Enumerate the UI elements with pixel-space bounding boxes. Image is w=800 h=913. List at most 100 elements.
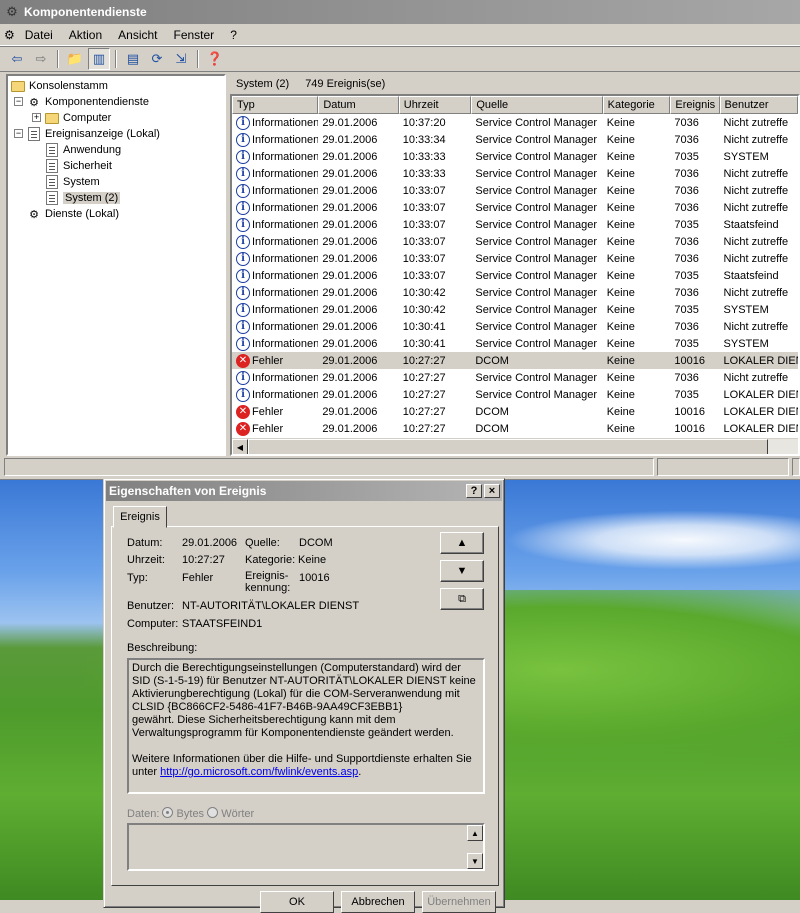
tree-node-services[interactable]: ⚙ Dienste (Lokal): [26, 206, 119, 222]
table-row[interactable]: i Informationen 29.01.2006 10:33:07 Service …: [232, 199, 798, 216]
menu-help[interactable]: ?: [222, 26, 245, 44]
cell-uhrzeit: 10:33:33: [402, 167, 446, 180]
scroll-down-icon[interactable]: ▼: [467, 853, 483, 869]
cell-typ: i Informationen: [232, 149, 318, 164]
cell-typ: i Informationen: [232, 319, 318, 334]
table-row[interactable]: ✕ Fehler 29.01.2006 10:27:27 DCOM Keine 10016 L…: [232, 403, 798, 420]
status-panel: [4, 458, 654, 476]
cell-benutzer: Staatsfeind: [723, 218, 779, 231]
help-button[interactable]: ?: [466, 484, 482, 498]
dialog-titlebar[interactable]: Eigenschaften von Ereignis ? ×: [106, 481, 502, 501]
export-list-icon[interactable]: ⇲: [170, 48, 192, 70]
event-list-pane: System (2) 749 Ereignis(se) Typ Datum Uh…: [230, 74, 800, 456]
cell-typ: ✕ Fehler: [232, 353, 318, 368]
collapse-icon[interactable]: −: [14, 129, 23, 138]
show-tree-icon[interactable]: ▥: [88, 48, 110, 70]
table-row[interactable]: i Informationen 29.01.2006 10:30:42 Service …: [232, 301, 798, 318]
apply-button[interactable]: Übernehmen: [422, 891, 496, 913]
back-arrow-icon[interactable]: ⇦: [6, 48, 28, 70]
menu-ansicht[interactable]: Ansicht: [110, 26, 165, 44]
tab-ereignis[interactable]: Ereignis: [113, 506, 167, 528]
scroll-left-icon[interactable]: ◀: [232, 439, 248, 454]
cell-datum: 29.01.2006: [322, 269, 378, 282]
table-row[interactable]: i Informationen 29.01.2006 10:33:07 Service …: [232, 216, 798, 233]
event-rows: i Informationen 29.01.2006 10:37:20 Service …: [232, 114, 798, 437]
cancel-button[interactable]: Abbrechen: [341, 891, 415, 913]
refresh-icon[interactable]: ⟳: [146, 48, 168, 70]
cell-quelle: Service Control Manager: [475, 235, 598, 248]
table-row[interactable]: i Informationen 29.01.2006 10:33:07 Service …: [232, 233, 798, 250]
table-row[interactable]: i Informationen 29.01.2006 10:30:41 Service …: [232, 335, 798, 352]
scroll-up-icon[interactable]: ▲: [467, 825, 483, 841]
expand-icon[interactable]: +: [32, 113, 41, 122]
table-row[interactable]: i Informationen 29.01.2006 10:33:33 Service …: [232, 148, 798, 165]
menu-fenster[interactable]: Fenster: [166, 26, 223, 44]
table-row[interactable]: i Informationen 29.01.2006 10:27:27 Service …: [232, 386, 798, 403]
time-label: Uhrzeit:: [127, 554, 165, 566]
table-row[interactable]: i Informationen 29.01.2006 10:33:07 Service …: [232, 250, 798, 267]
up-folder-icon[interactable]: 📁: [64, 48, 86, 70]
table-row[interactable]: i Informationen 29.01.2006 10:27:27 Service …: [232, 369, 798, 386]
log-icon: [44, 191, 60, 205]
menu-datei[interactable]: Datei: [17, 26, 61, 44]
tree-node-sicherheit[interactable]: Sicherheit: [44, 158, 112, 174]
words-radio[interactable]: [207, 807, 219, 818]
tree-node-components[interactable]: ⚙ Komponentendienste: [26, 94, 149, 110]
copy-button[interactable]: ⧉: [440, 588, 484, 610]
properties-icon[interactable]: ▤: [122, 48, 144, 70]
horizontal-scrollbar[interactable]: ◀: [232, 438, 798, 454]
next-event-button[interactable]: ▼: [440, 560, 484, 582]
cell-quelle: Service Control Manager: [475, 303, 598, 316]
col-uhrzeit[interactable]: Uhrzeit: [398, 96, 472, 114]
col-kategorie[interactable]: Kategorie: [602, 96, 671, 114]
col-typ[interactable]: Typ: [232, 96, 319, 114]
cell-benutzer: Nicht zutreffe: [723, 184, 789, 197]
vertical-scrollbar[interactable]: ▲ ▼: [467, 825, 483, 869]
ok-button[interactable]: OK: [260, 891, 334, 913]
table-row[interactable]: i Informationen 29.01.2006 10:33:33 Service …: [232, 165, 798, 182]
table-row[interactable]: i Informationen 29.01.2006 10:33:34 Service …: [232, 131, 798, 148]
table-row[interactable]: i Informationen 29.01.2006 10:33:07 Service …: [232, 267, 798, 284]
previous-event-button[interactable]: ▲: [440, 532, 484, 554]
cell-kategorie: Keine: [606, 422, 635, 435]
data-box[interactable]: ▲ ▼: [127, 823, 485, 871]
col-quelle[interactable]: Quelle: [471, 96, 603, 114]
date-label: Datum:: [127, 537, 163, 549]
tree-node-system2[interactable]: System (2): [44, 190, 121, 206]
cell-ereignis: 7036: [674, 184, 699, 197]
console-icon[interactable]: ⚙: [4, 28, 15, 42]
col-datum[interactable]: Datum: [318, 96, 399, 114]
col-ereignis[interactable]: Ereignis: [670, 96, 720, 114]
tree-node-root[interactable]: Konsolenstamm: [10, 78, 108, 94]
table-row[interactable]: i Informationen 29.01.2006 10:37:20 Service …: [232, 114, 798, 131]
description-line: Weitere Informationen über die Hilfe- un…: [132, 753, 472, 778]
help-icon[interactable]: ❓: [204, 48, 226, 70]
cell-quelle: Service Control Manager: [475, 252, 598, 265]
col-benutzer[interactable]: Benutzer: [719, 96, 798, 114]
tree-node-computer[interactable]: Computer: [44, 110, 111, 126]
tree-node-eventviewer[interactable]: Ereignisanzeige (Lokal): [26, 126, 160, 142]
table-row[interactable]: ✕ Fehler 29.01.2006 10:27:27 DCOM Keine 10016 L…: [232, 352, 798, 369]
table-row[interactable]: i Informationen 29.01.2006 10:33:07 Service …: [232, 182, 798, 199]
bytes-radio[interactable]: [162, 807, 174, 818]
table-row[interactable]: ✕ Fehler 29.01.2006 10:27:27 DCOM Keine 10016 L…: [232, 420, 798, 437]
close-icon[interactable]: ×: [484, 484, 500, 498]
tree-node-system[interactable]: System: [44, 174, 100, 190]
menu-aktion[interactable]: Aktion: [61, 26, 110, 44]
tree-node-anwendung[interactable]: Anwendung: [44, 142, 121, 158]
description-text[interactable]: Durch die Berechtigungseinstellungen (Co…: [127, 658, 485, 794]
support-link[interactable]: http://go.microsoft.com/fwlink/events.as…: [160, 766, 358, 778]
cell-quelle: Service Control Manager: [475, 286, 598, 299]
cell-quelle: Service Control Manager: [475, 201, 598, 214]
forward-arrow-icon[interactable]: ⇨: [30, 48, 52, 70]
bytes-label: Bytes: [176, 808, 205, 820]
source-value: DCOM: [299, 537, 333, 549]
collapse-icon[interactable]: −: [14, 97, 23, 106]
window-titlebar[interactable]: ⚙ Komponentendienste: [0, 0, 800, 24]
table-row[interactable]: i Informationen 29.01.2006 10:30:41 Service …: [232, 318, 798, 335]
tree-label: Sicherheit: [63, 160, 112, 172]
table-row[interactable]: i Informationen 29.01.2006 10:30:42 Service …: [232, 284, 798, 301]
scroll-thumb[interactable]: [248, 439, 768, 454]
cell-typ: i Informationen: [232, 370, 318, 385]
log-icon: [44, 159, 60, 173]
